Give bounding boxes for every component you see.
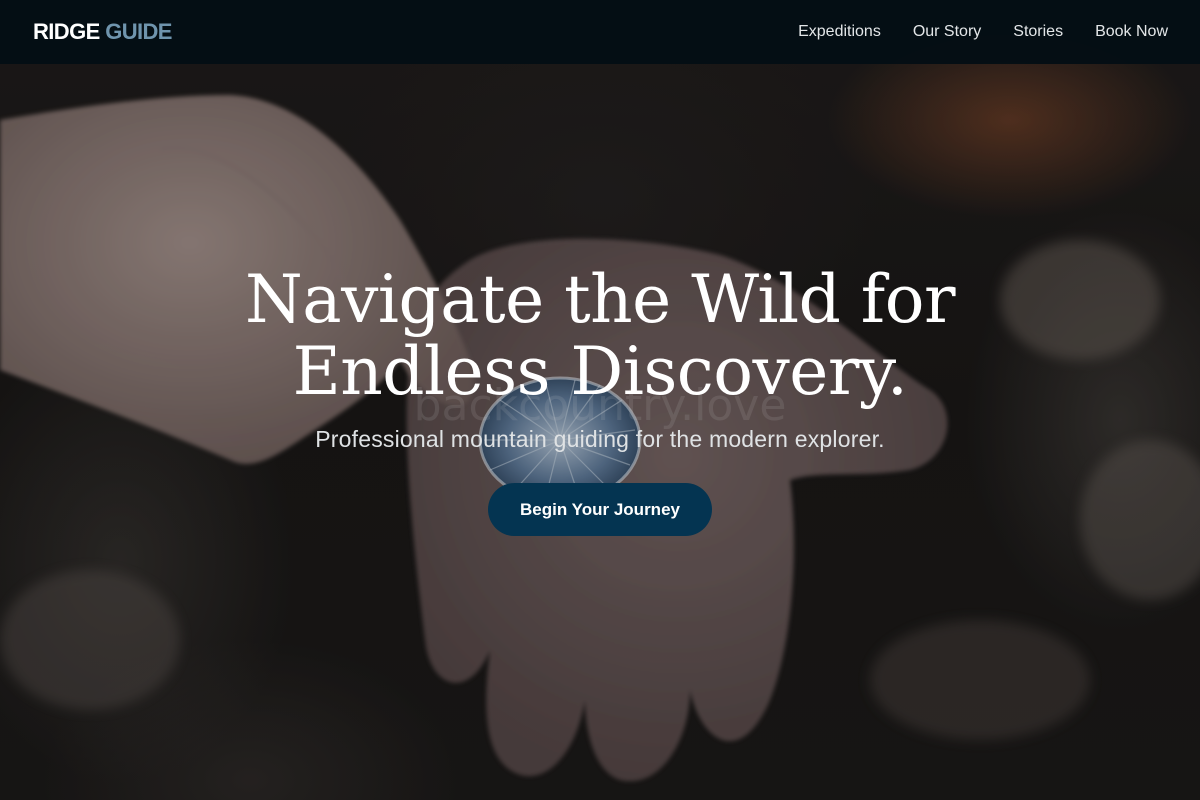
hero-title-line-2: Endless Discovery. [292, 333, 908, 410]
nav-links: Expeditions Our Story Stories Book Now [798, 23, 1168, 41]
logo-accent-text: GUIDE [105, 19, 172, 44]
nav-link-stories[interactable]: Stories [1013, 23, 1063, 41]
hero-section: Navigate the Wild for Endless Discovery.… [0, 264, 1200, 536]
logo-primary-text: RIDGE [33, 19, 100, 44]
top-navbar: RIDGE GUIDE Expeditions Our Story Storie… [0, 0, 1200, 64]
begin-journey-button[interactable]: Begin Your Journey [488, 483, 712, 536]
hero-title: Navigate the Wild for Endless Discovery. [244, 261, 956, 410]
site-logo[interactable]: RIDGE GUIDE [33, 19, 172, 45]
hero-title-line-1: Navigate the Wild for [244, 261, 956, 338]
hero-subtitle: Professional mountain guiding for the mo… [315, 426, 885, 452]
nav-link-our-story[interactable]: Our Story [913, 23, 981, 41]
nav-link-book-now[interactable]: Book Now [1095, 23, 1168, 41]
nav-link-expeditions[interactable]: Expeditions [798, 23, 881, 41]
landing-page: backcountry.love RIDGE GUIDE Expeditions… [0, 0, 1200, 800]
